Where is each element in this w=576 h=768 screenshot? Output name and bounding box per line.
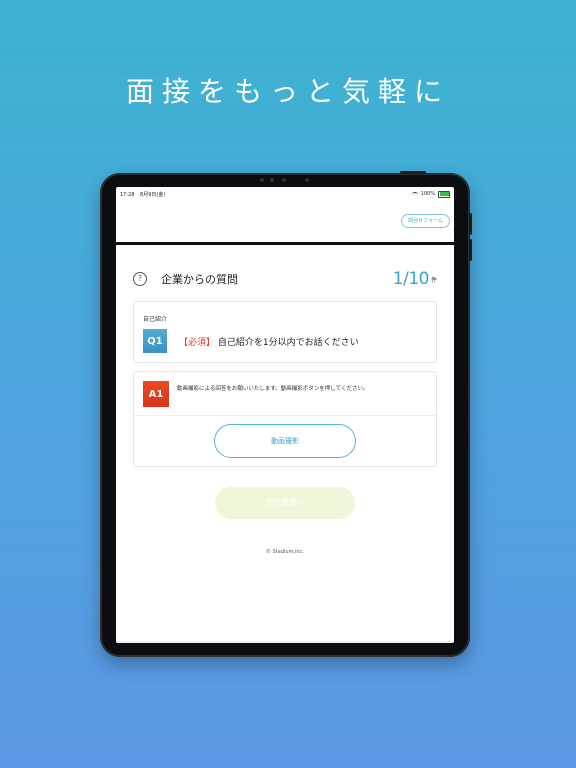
status-left: 17:28 8月9日(金) — [120, 191, 165, 198]
question-label: 自己紹介 — [143, 316, 168, 323]
camera-dot — [282, 178, 286, 182]
contact-form-button[interactable]: 問合せフォーム — [401, 214, 450, 228]
camera-dot — [305, 178, 309, 182]
app-header: 問合せフォーム — [116, 201, 454, 245]
question-counter: 1/10 — [392, 269, 430, 289]
bottom-divider — [116, 641, 454, 643]
promo-headline: 面接をもっと気軽に — [125, 75, 450, 108]
status-right: 100% — [411, 190, 450, 198]
question-text: 【必須】 自己紹介を1分以内でお話ください — [179, 335, 359, 348]
required-label: 【必須】 — [179, 337, 216, 348]
question-counter-unit: 件 — [430, 276, 437, 284]
tablet-frame: 17:28 8月9日(金) 100% 問合せフォーム ? 企業からの質問 1/1… — [100, 171, 472, 657]
answer-card: A1 動画撮影による回答をお願いいたします。動画撮影ボタンを押してください。 動… — [133, 371, 437, 467]
question-mark-icon[interactable]: ? — [133, 272, 147, 286]
main-content: ? 企業からの質問 1/10 件 自己紹介 Q1 【必須】 自己紹介を1分以内で… — [116, 265, 454, 555]
question-body: 自己紹介を1分以内でお話ください — [217, 337, 359, 348]
question-badge: Q1 — [143, 329, 167, 353]
answer-instruction: 動画撮影による回答をお願いいたします。動画撮影ボタンを押してください。 — [177, 386, 369, 392]
answer-badge: A1 — [143, 381, 169, 407]
next-question-button[interactable]: 次の質問へ — [215, 487, 355, 519]
status-date: 8月9日(金) — [140, 191, 166, 198]
camera-dot — [270, 178, 274, 182]
copyright: © Stadium,inc. — [266, 549, 304, 555]
status-time: 17:28 — [120, 191, 135, 198]
answer-row: A1 動画撮影による回答をお願いいたします。動画撮影ボタンを押してください。 — [134, 372, 436, 416]
tablet-top-button — [400, 171, 426, 174]
battery-percent: 100% — [420, 191, 435, 197]
tablet-volume-down-button — [469, 239, 472, 261]
question-row: Q1 【必須】 自己紹介を1分以内でお話ください — [143, 329, 427, 353]
question-card: 自己紹介 Q1 【必須】 自己紹介を1分以内でお話ください — [133, 301, 437, 363]
section-title: 企業からの質問 — [161, 273, 238, 286]
camera-dot — [260, 178, 264, 182]
app-screen: 17:28 8月9日(金) 100% 問合せフォーム ? 企業からの質問 1/1… — [116, 187, 454, 643]
status-bar: 17:28 8月9日(金) 100% — [116, 187, 454, 201]
record-video-button[interactable]: 動画撮影 — [214, 424, 356, 458]
question-header: ? 企業からの質問 1/10 件 — [133, 265, 437, 293]
wifi-icon — [411, 191, 418, 197]
tablet-volume-up-button — [469, 213, 472, 235]
battery-icon — [438, 190, 450, 198]
